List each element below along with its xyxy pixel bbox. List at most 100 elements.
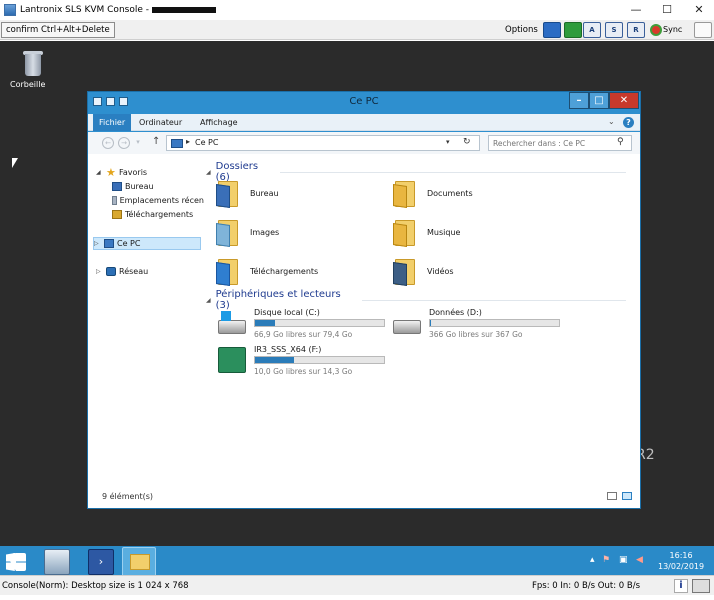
tab-ordinateur[interactable]: Ordinateur [133,114,188,131]
volume-icon[interactable]: ◀ [636,555,643,565]
file-explorer-taskbar-icon[interactable] [122,547,156,577]
address-dropdown-icon[interactable]: ▾ [446,138,450,146]
folder-icon [216,257,238,286]
computer-icon [104,239,114,248]
expand-triangle-icon[interactable]: ▷ [94,237,101,250]
tray-clock[interactable]: 16:16 13/02/2019 [658,550,704,572]
address-path[interactable]: Ce PC [195,138,218,147]
folder-telechargements[interactable]: Téléchargements [216,254,318,288]
flag-icon[interactable]: ⚑ [602,555,610,565]
tray-expand-icon[interactable]: ▴ [590,555,595,565]
address-field[interactable]: ▸ Ce PC ▾ ↻ [166,135,480,151]
folder-musique[interactable]: Musique [393,215,460,249]
search-box[interactable]: ⚲ [488,135,632,151]
nav-this-pc-label: Ce PC [117,239,141,248]
network-tray-icon[interactable]: ▣ [619,555,628,565]
collapse-triangle-icon[interactable]: ◢ [206,297,211,304]
up-button[interactable]: ↑ [152,136,160,147]
tab-affichage[interactable]: Affichage [194,114,244,131]
explorer-title: Ce PC [349,96,379,107]
explorer-status-bar: 9 élément(s) [88,484,640,508]
key-r-button[interactable]: R [627,22,645,38]
drive-f[interactable]: IR3_SSS_X64 (F:) 10,0 Go libres sur 14,3… [218,345,398,377]
folder-documents[interactable]: Documents [393,176,473,210]
folder-icon [216,179,238,208]
details-view-icon[interactable] [607,492,617,500]
options-menu[interactable]: Options [505,25,538,35]
nav-this-pc[interactable]: ▷ Ce PC [93,237,201,250]
console-status: Console(Norm): Desktop size is 1 024 x 7… [2,581,189,591]
navigation-pane: ◢ ★ Favoris Bureau Emplacements récen Té… [88,154,204,484]
drive-free-space: 66,9 Go libres sur 79,4 Go [254,330,353,339]
recent-locations-icon[interactable]: ▾ [134,137,142,149]
recycle-bin-label: Corbeille [10,80,46,89]
folder-videos[interactable]: Vidéos [393,254,454,288]
folder-icon [393,218,415,247]
drive-name: IR3_SSS_X64 (F:) [254,345,322,354]
large-icons-view-icon[interactable] [622,492,632,500]
expand-ribbon-icon[interactable]: ⌄ [608,117,615,126]
drive-free-space: 10,0 Go libres sur 14,3 Go [254,367,353,376]
kvm-minimize-button[interactable]: — [621,0,651,19]
windows-start-icon[interactable] [6,553,26,571]
kvm-close-button[interactable]: ✕ [684,0,714,19]
explorer-close-button[interactable]: ✕ [609,92,639,109]
folder-bureau[interactable]: Bureau [216,176,279,210]
desktop-icon [112,182,122,191]
powershell-icon[interactable]: › [88,549,114,575]
sync-label: Sync [663,25,683,34]
folder-label: Documents [427,188,473,198]
nav-network[interactable]: ▷ Réseau [96,265,148,278]
drive-usage-bar [254,356,385,364]
refresh-icon[interactable]: ↻ [463,137,471,147]
kvm-title-bar: Lantronix SLS KVM Console - [0,0,714,19]
save-floppy-icon[interactable] [543,22,561,38]
server-manager-icon[interactable] [44,549,70,575]
drive-d[interactable]: Données (D:) 366 Go libres sur 367 Go [393,308,573,340]
drive-c[interactable]: Disque local (C:) 66,9 Go libres sur 79,… [218,308,398,340]
expand-triangle-icon[interactable]: ▷ [96,265,103,278]
breadcrumb-arrow-icon[interactable]: ▸ [186,137,190,146]
collapse-triangle-icon[interactable]: ◢ [206,169,211,176]
nav-downloads[interactable]: Téléchargements [112,208,193,221]
sync-button[interactable]: Sync [650,22,682,38]
search-icon[interactable]: ⚲ [617,137,624,147]
explorer-title-bar[interactable]: Ce PC – □ ✕ [88,92,640,114]
forward-button[interactable]: → [118,137,130,149]
help-icon[interactable]: ? [623,117,634,128]
item-count: 9 élément(s) [102,492,154,501]
key-a-button[interactable]: A [583,22,601,38]
ribbon-tabs: Fichier Ordinateur Affichage ⌄ ? [88,114,640,131]
drive-usage-fill [255,320,275,326]
collapse-triangle-icon[interactable]: ◢ [96,166,103,179]
keyboard-icon[interactable] [692,579,710,593]
nav-bureau[interactable]: Bureau [112,180,154,193]
redacted-hostname [151,6,216,13]
drive-usage-bar [429,319,560,327]
tab-fichier[interactable]: Fichier [93,114,132,131]
recent-places-icon [112,196,117,205]
back-button[interactable]: ← [102,137,114,149]
remote-desktop: Corbeille R2 Ce PC – □ ✕ Fichier Ordinat… [0,41,714,578]
nav-bureau-label: Bureau [125,182,154,191]
network-icon [106,267,116,276]
nav-favorites[interactable]: ◢ ★ Favoris [96,166,147,179]
windows-drive-icon [218,311,246,334]
folder-label: Téléchargements [250,266,319,276]
nav-recent-places[interactable]: Emplacements récen [112,194,204,207]
key-s-button[interactable]: S [605,22,623,38]
pointer-icon[interactable] [694,22,712,38]
clock-date: 13/02/2019 [658,562,705,571]
explorer-maximize-button[interactable]: □ [589,92,609,109]
search-input[interactable] [493,137,609,150]
folder-images[interactable]: Images [216,215,279,249]
info-icon[interactable]: i [674,579,688,593]
recycle-bin-icon[interactable] [22,49,44,77]
kvm-status-bar: Console(Norm): Desktop size is 1 024 x 7… [0,575,714,595]
explorer-minimize-button[interactable]: – [569,92,589,109]
kvm-maximize-button[interactable]: ☐ [652,0,682,19]
ctrl-alt-del-button[interactable]: confirm Ctrl+Alt+Delete [1,22,115,38]
bottom-strip [0,595,714,600]
nav-recent-label: Emplacements récen [119,196,204,205]
monitor-icon[interactable] [564,22,582,38]
